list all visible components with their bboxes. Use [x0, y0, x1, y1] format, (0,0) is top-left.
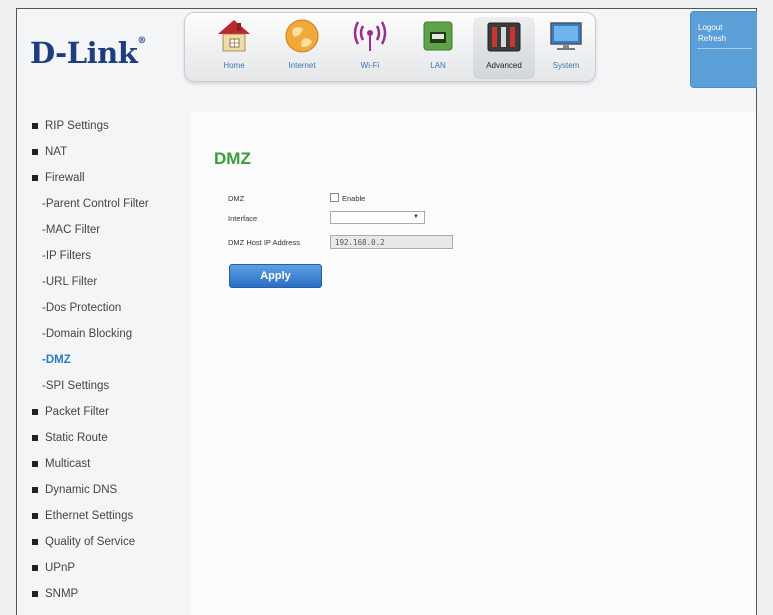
nav-label: LAN	[430, 61, 446, 70]
enable-checkbox[interactable]	[330, 193, 339, 202]
top-nav-bar: Home Internet Wi-Fi LAN Advanced System	[184, 12, 596, 82]
sidebar-item-spi-settings[interactable]: -SPI Settings	[28, 373, 188, 399]
sidebar-item-ip-filters[interactable]: -IP Filters	[28, 243, 188, 269]
nav-label: Internet	[288, 61, 316, 70]
sidebar-item-multicast[interactable]: Multicast	[28, 451, 188, 477]
bullet-icon	[32, 487, 38, 493]
sidebar-item-label: Ethernet Settings	[45, 510, 134, 522]
sidebar-item-mac-filter[interactable]: -MAC Filter	[28, 217, 188, 243]
sidebar-item-label: -MAC Filter	[42, 224, 101, 236]
sidebar-item-label: -SPI Settings	[42, 380, 110, 392]
bullet-icon	[32, 513, 38, 519]
sidebar-item-rip-settings[interactable]: RIP Settings	[28, 113, 188, 139]
bullet-icon	[32, 149, 38, 155]
nav-home[interactable]: Home	[203, 17, 265, 79]
account-panel: Logout Refresh	[690, 11, 757, 88]
sidebar-item-label: -Dos Protection	[42, 302, 122, 314]
sidebar-item-label: -Domain Blocking	[42, 328, 133, 340]
nav-label: System	[552, 61, 580, 70]
dlink-logo: D-Link®	[30, 36, 146, 70]
dmz-label: DMZ	[228, 194, 245, 203]
bullet-icon	[32, 409, 38, 415]
sidebar-item-label: RIP Settings	[45, 120, 109, 132]
page-title: DMZ	[214, 149, 251, 168]
nav-label: Wi-Fi	[360, 61, 380, 70]
nav-wifi[interactable]: Wi-Fi	[339, 17, 401, 79]
sidebar-item-dynamic-dns[interactable]: Dynamic DNS	[28, 477, 188, 503]
bullet-icon	[32, 435, 38, 441]
refresh-link[interactable]: Refresh	[698, 33, 757, 44]
nav-label: Advanced	[486, 61, 522, 70]
logout-link[interactable]: Logout	[698, 22, 757, 33]
bullet-icon	[32, 539, 38, 545]
dmz-host-ip-label: DMZ Host IP Address	[228, 238, 300, 247]
nav-advanced[interactable]: Advanced	[473, 17, 535, 79]
bullet-icon	[32, 461, 38, 467]
sidebar-item-quality-of-service[interactable]: Quality of Service	[28, 529, 188, 555]
sidebar-item-label: -IP Filters	[42, 250, 91, 262]
nav-system[interactable]: System	[535, 17, 597, 79]
sidebar-item-label: Firewall	[45, 172, 85, 184]
chevron-down-icon: ▼	[413, 214, 419, 220]
interface-select[interactable]: ▼	[330, 211, 425, 224]
sidebar-item-label: Dynamic DNS	[45, 484, 118, 496]
sidebar-item-nat[interactable]: NAT	[28, 139, 188, 165]
wifi-icon	[351, 17, 389, 55]
interface-label: Interface	[228, 214, 258, 223]
bullet-icon	[32, 591, 38, 597]
sidebar-item-static-route[interactable]: Static Route	[28, 425, 188, 451]
sidebar-item-label: Multicast	[45, 458, 91, 470]
nav-internet[interactable]: Internet	[271, 17, 333, 79]
sidebar-item-firewall[interactable]: Firewall	[28, 165, 188, 191]
sidebar-item-label: UPnP	[45, 562, 76, 574]
nav-label: Home	[223, 61, 245, 70]
bullet-icon	[32, 123, 38, 129]
sidebar-item-label: SNMP	[45, 588, 79, 600]
sidebar-item-label: -DMZ	[42, 354, 71, 366]
home-icon	[215, 17, 253, 55]
enable-label: Enable	[342, 194, 366, 203]
sidebar-item-label: NAT	[45, 146, 68, 158]
nav-lan[interactable]: LAN	[407, 17, 469, 79]
globe-icon	[283, 17, 321, 55]
bullet-icon	[32, 565, 38, 571]
apply-button[interactable]: Apply	[229, 264, 322, 288]
lan-port-icon	[419, 17, 457, 55]
sidebar-item-url-filter[interactable]: -URL Filter	[28, 269, 188, 295]
sidebar-item-snmp[interactable]: SNMP	[28, 581, 188, 607]
bullet-icon	[32, 175, 38, 181]
sidebar-item-label: Quality of Service	[45, 536, 136, 548]
sidebar-item-label: Packet Filter	[45, 406, 109, 418]
sidebar-item-dmz[interactable]: -DMZ	[28, 347, 188, 373]
main-panel: DMZ DMZ Enable Interface ▼ DMZ Host IP A…	[191, 112, 756, 615]
monitor-icon	[547, 17, 585, 55]
sidebar-item-label: -Parent Control Filter	[42, 198, 149, 210]
sidebar-item-label: -URL Filter	[42, 276, 98, 288]
advanced-tools-icon	[485, 17, 523, 55]
sidebar-item-domain-blocking[interactable]: -Domain Blocking	[28, 321, 188, 347]
sidebar-item-upnp[interactable]: UPnP	[28, 555, 188, 581]
sidebar-menu: RIP Settings NAT Firewall -Parent Contro…	[28, 113, 188, 607]
sidebar-item-label: Static Route	[45, 432, 108, 444]
sidebar-item-ethernet-settings[interactable]: Ethernet Settings	[28, 503, 188, 529]
dmz-host-ip-field[interactable]: 192.168.0.2	[330, 235, 453, 249]
sidebar-item-dos-protection[interactable]: -Dos Protection	[28, 295, 188, 321]
sidebar-item-packet-filter[interactable]: Packet Filter	[28, 399, 188, 425]
sidebar-item-parent-control-filter[interactable]: -Parent Control Filter	[28, 191, 188, 217]
divider	[697, 48, 752, 49]
